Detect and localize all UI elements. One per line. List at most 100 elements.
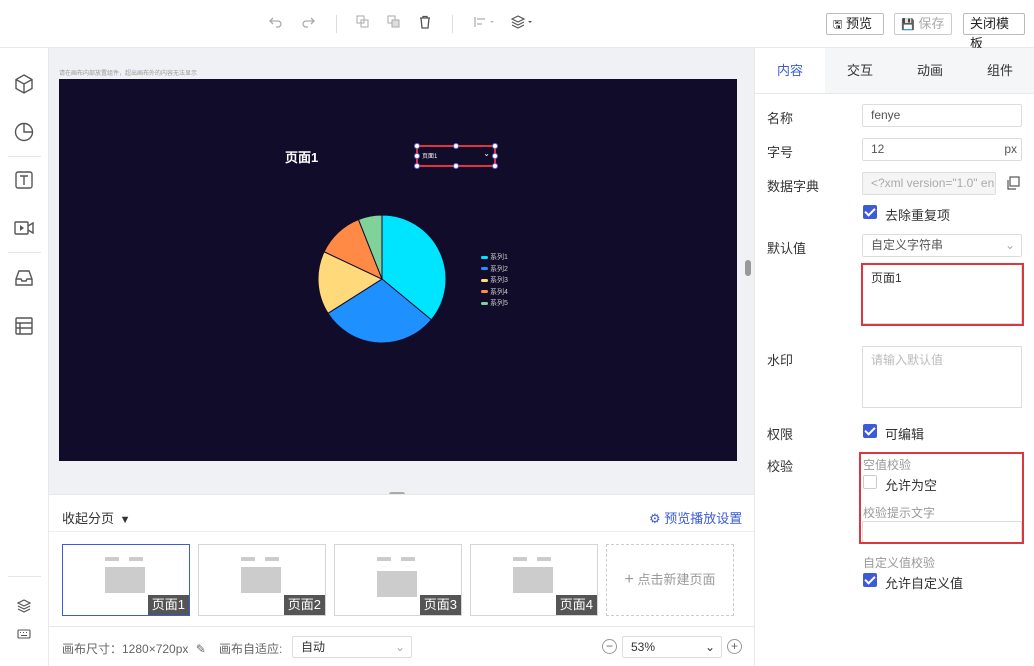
chevron-down-icon: ⌄ [704, 640, 715, 654]
inbox-icon[interactable] [12, 266, 36, 290]
thumb-placeholder [105, 557, 119, 561]
name-label: 名称 [767, 111, 794, 126]
tab-animation[interactable]: 动画 [895, 48, 965, 94]
preview-label: 预览 [846, 16, 873, 31]
legend-swatch [481, 290, 488, 294]
legend-item[interactable]: 系列4 [481, 287, 508, 297]
dedupe-checkbox[interactable] [863, 205, 877, 219]
canvas-footer: 画布尺寸：1280×720px ✎ 画布自适应: 自动 ⌄ − 53% ⌄ + [49, 626, 754, 666]
thumb-placeholder [513, 567, 553, 593]
legend-item[interactable]: 系列3 [481, 275, 508, 285]
tab-content[interactable]: 内容 [755, 48, 825, 94]
preview-settings-label: 预览播放设置 [664, 511, 743, 526]
thumb-placeholder [377, 557, 391, 561]
dedupe-label: 去除重复项 [885, 208, 951, 223]
custom-check-label: 自定义值校验 [863, 556, 936, 570]
page-manager: 收起分页 ▼ ⚙ 预览播放设置 页面1 页面2 页面3 页面4 + 点击新建页面 [49, 494, 754, 626]
vertical-scrollbar[interactable] [745, 260, 751, 276]
redo-icon[interactable] [298, 14, 318, 34]
delete-icon[interactable] [415, 14, 435, 34]
resize-handle[interactable] [414, 153, 420, 159]
page-thumb-4[interactable]: 页面4 [470, 544, 598, 616]
pie-chart-icon[interactable] [12, 120, 36, 144]
text-icon[interactable] [12, 168, 36, 192]
pencil-icon[interactable]: ✎ [196, 642, 206, 656]
resize-handle[interactable] [453, 163, 459, 169]
thumb-placeholder [129, 557, 143, 561]
watermark-textarea[interactable]: 请输入默认值 [862, 346, 1022, 408]
keyboard-icon[interactable] [16, 626, 32, 642]
layers-dropdown-icon[interactable] [510, 14, 536, 34]
default-value-label: 默认值 [767, 241, 807, 256]
thumb-placeholder [265, 557, 279, 561]
legend-label: 系列5 [490, 300, 508, 307]
canvas-hint: 请在画布内部放置组件，超出画布外的内容无法显示 [59, 71, 198, 77]
bring-forward-icon[interactable] [353, 14, 373, 34]
page-thumb-2[interactable]: 页面2 [198, 544, 326, 616]
select-value: 页面1 [422, 154, 438, 160]
sidebar-divider [8, 252, 41, 253]
page-title-text[interactable]: 页面1 [285, 147, 318, 166]
collapse-pages-toggle[interactable]: 收起分页 ▼ [62, 508, 131, 527]
legend-label: 系列1 [490, 254, 508, 261]
preview-button[interactable]: 🖫 预览 [826, 13, 884, 35]
new-page-button[interactable]: + 点击新建页面 [606, 544, 734, 616]
cube-icon[interactable] [12, 72, 36, 96]
top-toolbar: 🖫 预览 💾 保存 关闭模板 [0, 0, 1034, 51]
tab-component[interactable]: 组件 [965, 48, 1034, 94]
resize-handle[interactable] [492, 163, 498, 169]
default-type-select[interactable]: 自定义字符串 ⌄ [862, 234, 1022, 257]
dict-label: 数据字典 [767, 179, 820, 194]
thumb-placeholder [377, 571, 417, 597]
save-label: 保存 [918, 16, 945, 31]
page-thumb-1[interactable]: 页面1 [62, 544, 190, 616]
canvas-size-text: 画布尺寸：1280×720px ✎ [62, 640, 206, 657]
close-template-button[interactable]: 关闭模板 [963, 13, 1025, 51]
resize-handle[interactable] [492, 153, 498, 159]
canvas-size-label: 画布尺寸：1280×720px [62, 642, 189, 656]
resize-handle[interactable] [453, 143, 459, 149]
plus-icon: + [624, 571, 634, 588]
layers-icon[interactable] [16, 598, 32, 614]
preview-settings-link[interactable]: ⚙ 预览播放设置 [649, 508, 742, 527]
pie-chart[interactable] [309, 209, 455, 349]
legend-label: 系列3 [490, 277, 508, 284]
legend-swatch [481, 267, 488, 271]
resize-handle[interactable] [492, 143, 498, 149]
legend-item[interactable]: 系列1 [481, 252, 508, 262]
page-thumb-label: 页面2 [283, 595, 325, 615]
name-input[interactable]: fenye [862, 104, 1022, 127]
canvas-workspace: 请在画布内部放置组件，超出画布外的内容无法显示 页面1 页面1 ⌄ 系列1 系列2… [49, 48, 754, 497]
copy-icon[interactable] [1006, 176, 1020, 190]
align-dropdown-icon[interactable] [472, 14, 498, 34]
zoom-in-icon[interactable]: + [727, 639, 742, 654]
zoom-out-icon[interactable]: − [602, 639, 617, 654]
resize-handle[interactable] [414, 163, 420, 169]
adapt-label: 画布自适应: [219, 642, 283, 656]
editable-checkbox[interactable] [863, 424, 877, 438]
undo-icon[interactable] [266, 14, 286, 34]
resize-handle[interactable] [414, 143, 420, 149]
zoom-select[interactable]: 53% ⌄ [622, 636, 722, 658]
font-size-input[interactable]: 12 px [862, 138, 1022, 161]
thumb-placeholder [401, 557, 415, 561]
zoom-value: 53% [631, 640, 656, 654]
dict-input[interactable]: <?xml version="1.0" en [862, 172, 996, 195]
allow-custom-checkbox[interactable] [863, 573, 877, 587]
page-thumb-3[interactable]: 页面3 [334, 544, 462, 616]
editable-label: 可编辑 [885, 427, 925, 442]
video-icon[interactable] [12, 216, 36, 240]
tab-interaction[interactable]: 交互 [825, 48, 895, 94]
legend-label: 系列2 [490, 265, 508, 273]
design-canvas[interactable]: 页面1 页面1 ⌄ 系列1 系列2 系列3 系列4 系列5 [59, 79, 737, 461]
table-icon[interactable] [12, 314, 36, 338]
chevron-down-icon: ⌄ [1004, 238, 1015, 252]
send-backward-icon[interactable] [384, 14, 404, 34]
legend-item[interactable]: 系列2 [481, 264, 508, 274]
legend-item[interactable]: 系列5 [481, 298, 508, 308]
adapt-select[interactable]: 自动 ⌄ [292, 636, 412, 658]
validate-label: 校验 [767, 459, 794, 474]
save-button[interactable]: 💾 保存 [894, 13, 952, 35]
selected-select-component[interactable]: 页面1 ⌄ [414, 143, 498, 169]
adapt-value: 自动 [301, 640, 326, 654]
